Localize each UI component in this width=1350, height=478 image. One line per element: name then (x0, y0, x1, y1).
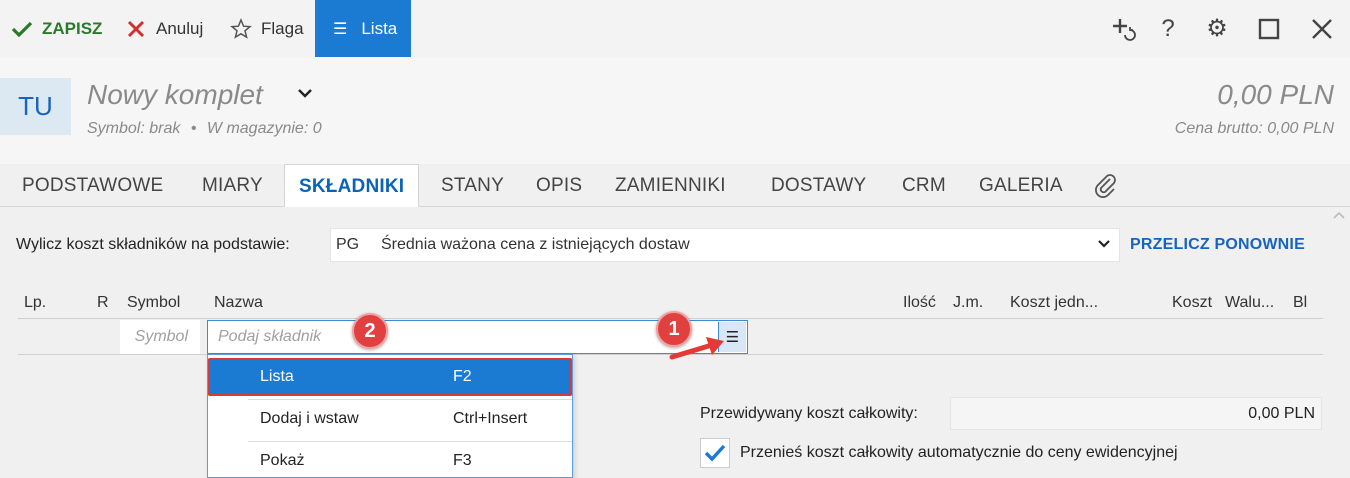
flag-label: Flaga (261, 18, 304, 38)
close-icon (1312, 18, 1332, 39)
price-gross: Cena brutto: 0,00 PLN (1174, 120, 1334, 137)
list-button[interactable]: ☰ Lista (315, 0, 411, 57)
flag-button[interactable]: Flaga (229, 0, 304, 57)
col-header-waluta[interactable]: Walu... (1225, 294, 1274, 312)
transfer-cost-checkbox[interactable] (700, 438, 730, 468)
menu-item-pokaz[interactable]: Pokaż F3 (208, 442, 572, 478)
cost-basis-select[interactable]: PG Średnia ważona cena z istniejących do… (330, 228, 1120, 262)
checkmark-icon (704, 444, 726, 462)
menu-item-lista[interactable]: Lista F2 (208, 358, 572, 396)
gear-icon: ⚙ (1206, 15, 1228, 42)
star-icon (230, 17, 252, 39)
record-title[interactable]: Nowy komplet (87, 79, 263, 111)
scroll-up-icon[interactable] (1332, 210, 1346, 220)
tab-bar: PODSTAWOWE MIARY SKŁADNIKI STANY OPIS ZA… (0, 164, 1350, 208)
menu-item-dodaj-i-wstaw[interactable]: Dodaj i wstaw Ctrl+Insert (208, 400, 572, 438)
tab-galeria[interactable]: GALERIA (979, 164, 1063, 207)
cancel-label: Anuluj (156, 18, 204, 38)
close-button[interactable] (1302, 0, 1342, 57)
add-refresh-button[interactable] (1104, 0, 1144, 57)
cost-basis-code: PG (336, 236, 360, 253)
skladniki-panel: Wylicz koszt składników na podstawie: PG… (0, 207, 1350, 478)
checkmark-icon (11, 21, 33, 37)
tab-miary[interactable]: MIARY (202, 164, 263, 207)
col-header-nazwa[interactable]: Nazwa (214, 294, 263, 312)
total-cost-label: Przewidywany koszt całkowity: (700, 405, 918, 422)
tab-stany[interactable]: STANY (441, 164, 504, 207)
tab-attachments[interactable] (1094, 164, 1118, 207)
col-header-bl[interactable]: Bl (1293, 294, 1307, 312)
stock-text: W magazynie: 0 (206, 120, 322, 137)
col-header-symbol[interactable]: Symbol (127, 294, 180, 312)
avatar: TU (0, 78, 71, 135)
tab-dostawy[interactable]: DOSTAWY (771, 164, 866, 207)
price-value: 0,00 PLN (1217, 79, 1334, 110)
add-refresh-icon (1113, 18, 1136, 41)
component-dropdown-menu: Lista F2 Dodaj i wstaw Ctrl+Insert Pokaż… (207, 354, 573, 478)
total-cost-value: 0,00 PLN (950, 397, 1322, 430)
cost-basis-label: Wylicz koszt składników na podstawie: (16, 236, 290, 253)
tab-skladniki[interactable]: SKŁADNIKI (284, 164, 420, 208)
cost-basis-value: Średnia ważona cena z istniejących dosta… (381, 236, 690, 253)
transfer-cost-label[interactable]: Przenieś koszt całkowity automatycznie d… (740, 444, 1178, 462)
symbol-input[interactable]: Symbol (120, 320, 200, 354)
toolbar: ZAPISZ Anuluj Flaga ☰ Lista ? ⚙ (0, 0, 1350, 57)
col-header-jm[interactable]: J.m. (953, 294, 983, 312)
menu-item-label: Dodaj i wstaw (260, 410, 359, 427)
tab-crm[interactable]: CRM (902, 164, 946, 207)
menu-item-shortcut: F2 (453, 368, 472, 385)
tab-podstawowe[interactable]: PODSTAWOWE (22, 164, 163, 207)
annotation-badge-2: 2 (352, 313, 388, 349)
maximize-button[interactable] (1249, 0, 1289, 57)
menu-item-label: Lista (260, 368, 294, 385)
col-header-ilosc[interactable]: Ilość (903, 294, 936, 312)
recalculate-link[interactable]: PRZELICZ PONOWNIE (1130, 236, 1305, 254)
chevron-down-icon (1098, 240, 1110, 248)
separator-dot: • (190, 120, 197, 137)
annotation-arrow-icon (669, 337, 724, 360)
list-icon: ☰ (333, 20, 348, 38)
col-header-koszt-jedn[interactable]: Koszt jedn... (1010, 294, 1098, 312)
col-header-r[interactable]: R (97, 294, 109, 312)
menu-item-label: Pokaż (260, 452, 305, 469)
record-subtitle: Symbol: brak • W magazynie: 0 (87, 120, 322, 138)
symbol-text: Symbol: brak (87, 120, 181, 137)
menu-item-shortcut: Ctrl+Insert (453, 410, 528, 427)
col-header-lp[interactable]: Lp. (24, 294, 46, 312)
cancel-button[interactable]: Anuluj (124, 0, 203, 57)
chevron-down-icon[interactable] (296, 86, 314, 100)
save-button[interactable]: ZAPISZ (10, 0, 102, 57)
maximize-icon (1258, 18, 1280, 39)
menu-item-shortcut: F3 (453, 452, 472, 469)
help-icon: ? (1161, 14, 1175, 42)
help-button[interactable]: ? (1148, 0, 1188, 57)
list-label: Lista (361, 18, 398, 38)
tab-opis[interactable]: OPIS (536, 164, 582, 207)
save-label: ZAPISZ (42, 18, 103, 38)
close-x-icon (127, 20, 145, 37)
col-header-koszt[interactable]: Koszt (1172, 294, 1212, 312)
tab-zamienniki[interactable]: ZAMIENNIKI (615, 164, 726, 207)
record-header: TU Nowy komplet Symbol: brak • W magazyn… (0, 57, 1350, 164)
settings-button[interactable]: ⚙ (1197, 0, 1237, 57)
paperclip-icon (1095, 173, 1116, 198)
